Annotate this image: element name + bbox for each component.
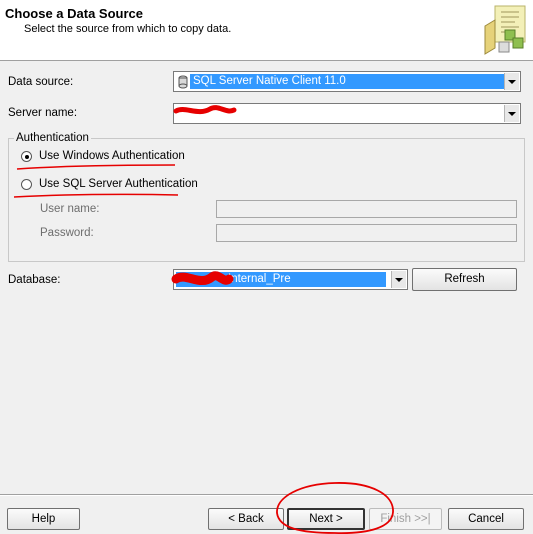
next-button[interactable]: Next > [287,508,365,530]
database-label: Database: [8,274,61,286]
help-button[interactable]: Help [7,508,80,530]
password-label: Password: [40,227,94,239]
data-source-label: Data source: [8,76,74,88]
user-name-label: User name: [40,203,100,215]
data-source-value: SQL Server Native Client 11.0 [190,74,506,89]
user-name-input[interactable] [216,200,517,218]
cancel-button[interactable]: Cancel [448,508,524,530]
page-subtitle: Select the source from which to copy dat… [24,23,232,35]
chevron-down-icon[interactable] [504,73,519,90]
chevron-down-icon[interactable] [391,271,406,288]
database-dropdown[interactable]: Internal_Pre [173,269,408,290]
authentication-group-label: Authentication [14,132,91,144]
database-value: Internal_Pre [176,272,386,287]
server-name-value [176,106,182,121]
password-input[interactable] [216,224,517,242]
database-icon [178,75,188,89]
footer-divider [0,494,533,496]
sql-auth-radio[interactable] [21,179,32,190]
windows-auth-radio[interactable] [21,151,32,162]
server-name-combobox[interactable] [173,103,521,124]
data-source-dropdown[interactable]: SQL Server Native Client 11.0 [173,71,521,92]
finish-button[interactable]: Finish >>| [369,508,442,530]
page-title: Choose a Data Source [5,6,143,21]
server-name-label: Server name: [8,107,78,119]
refresh-button[interactable]: Refresh [412,268,517,291]
wizard-icon [484,5,526,55]
chevron-down-icon[interactable] [504,105,519,122]
windows-auth-label[interactable]: Use Windows Authentication [39,150,185,162]
sql-auth-label[interactable]: Use SQL Server Authentication [39,178,198,190]
back-button[interactable]: < Back [208,508,284,530]
